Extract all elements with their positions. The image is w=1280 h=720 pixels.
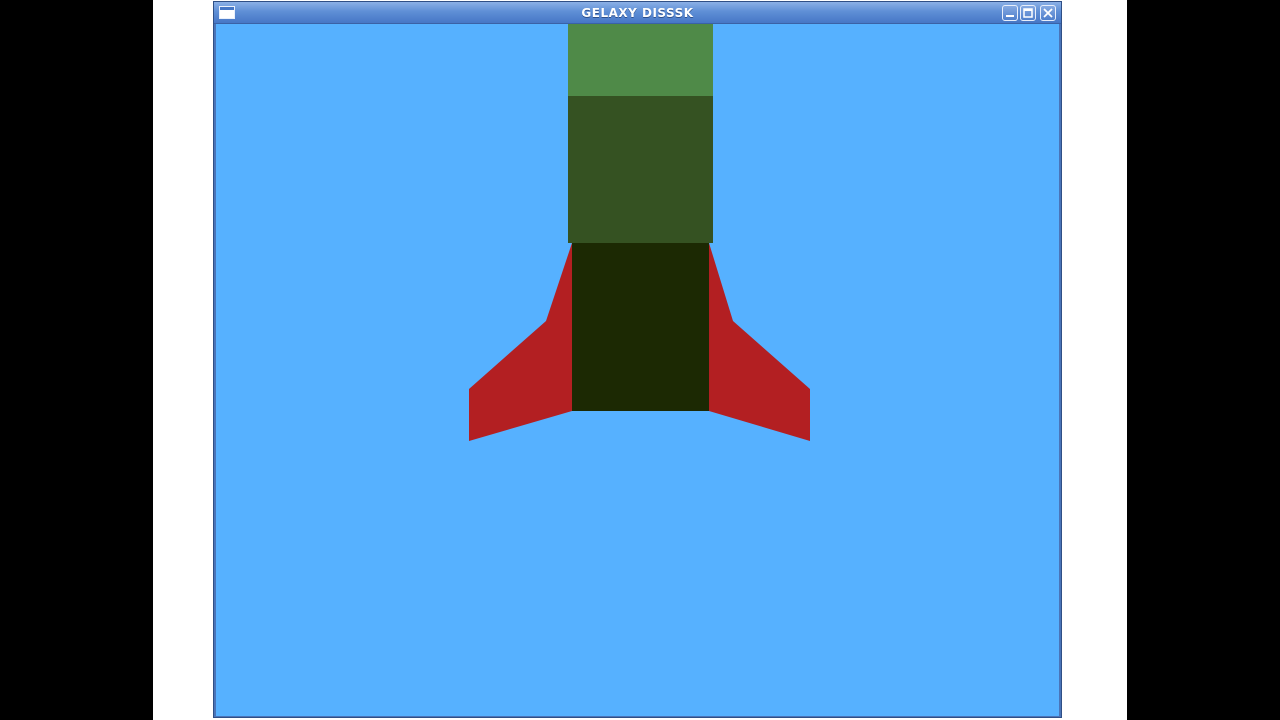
- rocket-middle-segment: [568, 96, 713, 243]
- title-bar[interactable]: GELAXY DISSSK: [214, 2, 1061, 24]
- rocket-nose-segment: [568, 24, 713, 96]
- close-button[interactable]: [1040, 5, 1056, 21]
- window-title: GELAXY DISSSK: [581, 6, 694, 20]
- maximize-button[interactable]: [1020, 5, 1036, 21]
- screen-background: GELAXY DISSSK: [0, 0, 1280, 720]
- rocket-right-fin: [709, 243, 810, 441]
- minimize-icon: [1006, 15, 1014, 17]
- game-canvas[interactable]: [216, 24, 1059, 716]
- minimize-button[interactable]: [1002, 5, 1018, 21]
- maximize-icon: [1023, 8, 1033, 18]
- game-scene: [469, 24, 810, 441]
- close-icon: [1043, 8, 1053, 18]
- game-window: GELAXY DISSSK: [213, 1, 1062, 718]
- rocket-base-segment: [572, 243, 709, 411]
- rocket-left-fin: [469, 243, 572, 441]
